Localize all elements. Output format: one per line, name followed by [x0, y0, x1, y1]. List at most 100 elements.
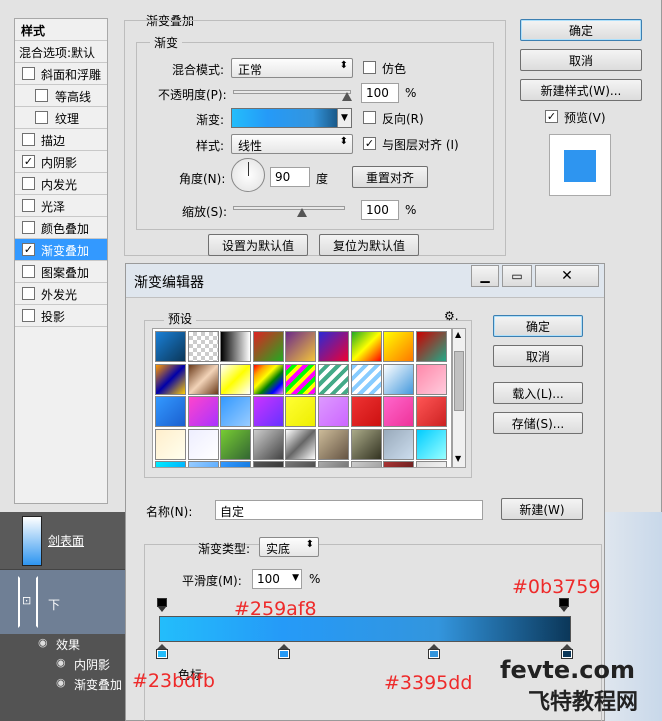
opacity-stop-left[interactable] [157, 598, 169, 612]
effects-row[interactable]: ◉ 效果 [0, 634, 130, 654]
style-item[interactable]: 斜面和浮雕 [15, 63, 107, 85]
gradient-picker[interactable]: ▼ [231, 108, 352, 128]
reset-default-button[interactable]: 复位为默认值 [319, 234, 419, 256]
style-select[interactable]: 线性 ⬍ [231, 134, 353, 154]
preset-swatch[interactable] [383, 461, 415, 467]
style-item[interactable]: 内发光 [15, 173, 107, 195]
preset-swatch[interactable] [155, 396, 186, 428]
preset-swatch[interactable] [155, 363, 186, 395]
eye-icon[interactable]: ◉ [56, 656, 66, 669]
preset-swatch[interactable] [252, 331, 284, 362]
preset-swatch[interactable] [252, 363, 284, 395]
save-button[interactable]: 存储(S)... [493, 412, 583, 434]
reverse-checkbox[interactable] [363, 111, 376, 124]
style-checkbox[interactable] [22, 265, 35, 278]
style-item[interactable]: 纹理 [15, 107, 107, 129]
preset-swatch[interactable] [187, 331, 219, 362]
preset-swatch[interactable] [350, 461, 382, 467]
chevron-down-icon[interactable]: ▼ [337, 109, 351, 127]
preset-swatch[interactable] [187, 396, 219, 428]
opacity-slider-thumb[interactable] [342, 92, 352, 101]
style-checkbox[interactable] [22, 287, 35, 300]
style-item[interactable]: 等高线 [15, 85, 107, 107]
type-select[interactable]: 实底 ⬍ [259, 537, 319, 557]
layer-row-lower[interactable]: ⊡ 下 [0, 570, 130, 634]
chevron-down-icon[interactable]: ▼ [455, 454, 461, 463]
load-button[interactable]: 载入(L)... [493, 382, 583, 404]
color-stop-start[interactable] [156, 644, 168, 659]
preset-swatch[interactable] [187, 461, 219, 467]
preset-swatch[interactable] [415, 428, 447, 460]
preview-checkbox[interactable]: ✓ [545, 110, 558, 123]
preset-swatch[interactable] [350, 331, 382, 362]
preset-swatch[interactable] [220, 428, 252, 460]
angle-dial[interactable] [231, 158, 265, 192]
blend-mode-select[interactable]: 正常 ⬍ [231, 58, 353, 78]
preset-swatch[interactable] [383, 331, 415, 362]
name-input[interactable]: 自定 [215, 500, 483, 520]
preset-swatch[interactable] [155, 331, 186, 362]
preset-swatch[interactable] [220, 363, 252, 395]
style-checkbox[interactable] [22, 221, 35, 234]
layer-row-sword-surface[interactable]: 剑表面 [0, 512, 130, 570]
smooth-input[interactable]: 100 ▼ [252, 569, 302, 589]
preset-swatch[interactable] [252, 428, 284, 460]
new-button[interactable]: 新建(W) [501, 498, 583, 520]
preset-swatch[interactable] [415, 396, 447, 428]
blend-options-item[interactable]: 混合选项:默认 [15, 41, 107, 63]
new-style-button[interactable]: 新建样式(W)... [520, 79, 642, 101]
preset-swatch[interactable] [285, 396, 317, 428]
style-item[interactable]: ✓ 内阴影 [15, 151, 107, 173]
preset-swatch[interactable] [318, 363, 349, 395]
style-checkbox[interactable]: ✓ [22, 243, 35, 256]
style-item[interactable]: 描边 [15, 129, 107, 151]
preset-swatch[interactable] [187, 363, 219, 395]
preset-swatch[interactable] [155, 461, 186, 467]
preset-swatch[interactable] [220, 396, 252, 428]
preset-swatch[interactable] [383, 363, 415, 395]
angle-input[interactable]: 90 [270, 167, 310, 187]
style-checkbox[interactable] [22, 133, 35, 146]
style-checkbox[interactable] [22, 199, 35, 212]
preset-swatch[interactable] [318, 331, 349, 362]
minimize-icon[interactable]: ▁ [471, 265, 499, 287]
opacity-input[interactable]: 100 [361, 83, 399, 103]
preset-swatch[interactable] [155, 428, 186, 460]
style-checkbox[interactable] [22, 309, 35, 322]
cancel-button[interactable]: 取消 [520, 49, 642, 71]
dither-checkbox[interactable] [363, 61, 376, 74]
presets-scrollbar[interactable]: ▲ ▼ [452, 328, 466, 468]
chevron-up-icon[interactable]: ▲ [455, 330, 461, 339]
preset-swatch[interactable] [318, 428, 349, 460]
style-checkbox[interactable] [22, 67, 35, 80]
style-checkbox[interactable]: ✓ [22, 155, 35, 168]
preset-swatch[interactable] [415, 363, 447, 395]
ok-button[interactable]: 确定 [493, 315, 583, 337]
scroll-thumb[interactable] [454, 351, 464, 411]
effect-row-gradient-overlay[interactable]: ◉ 渐变叠加 [0, 674, 130, 694]
gear-icon[interactable]: ⚙. [444, 309, 459, 323]
cancel-button[interactable]: 取消 [493, 345, 583, 367]
preset-swatch[interactable] [252, 461, 284, 467]
chevron-down-icon[interactable]: ▼ [292, 573, 299, 583]
reset-align-button[interactable]: 重置对齐 [352, 166, 428, 188]
preset-swatch[interactable] [318, 396, 349, 428]
preset-swatch[interactable] [285, 363, 317, 395]
preset-swatch[interactable] [350, 428, 382, 460]
scale-input[interactable]: 100 [361, 200, 399, 220]
preset-swatch[interactable] [285, 461, 317, 467]
scale-slider[interactable] [233, 206, 345, 210]
preset-swatch[interactable] [383, 396, 415, 428]
preset-swatch[interactable] [383, 428, 415, 460]
style-item[interactable]: 颜色叠加 [15, 217, 107, 239]
eye-icon[interactable]: ◉ [38, 636, 48, 649]
preset-swatch[interactable] [187, 428, 219, 460]
effect-row-inner-shadow[interactable]: ◉ 内阴影 [0, 654, 130, 674]
preset-swatch[interactable] [350, 396, 382, 428]
align-checkbox[interactable]: ✓ [363, 137, 376, 150]
style-item[interactable]: 投影 [15, 305, 107, 327]
preset-swatch[interactable] [350, 363, 382, 395]
eye-icon[interactable]: ◉ [56, 676, 66, 689]
style-checkbox[interactable] [35, 89, 48, 102]
preset-swatch[interactable] [220, 331, 252, 362]
